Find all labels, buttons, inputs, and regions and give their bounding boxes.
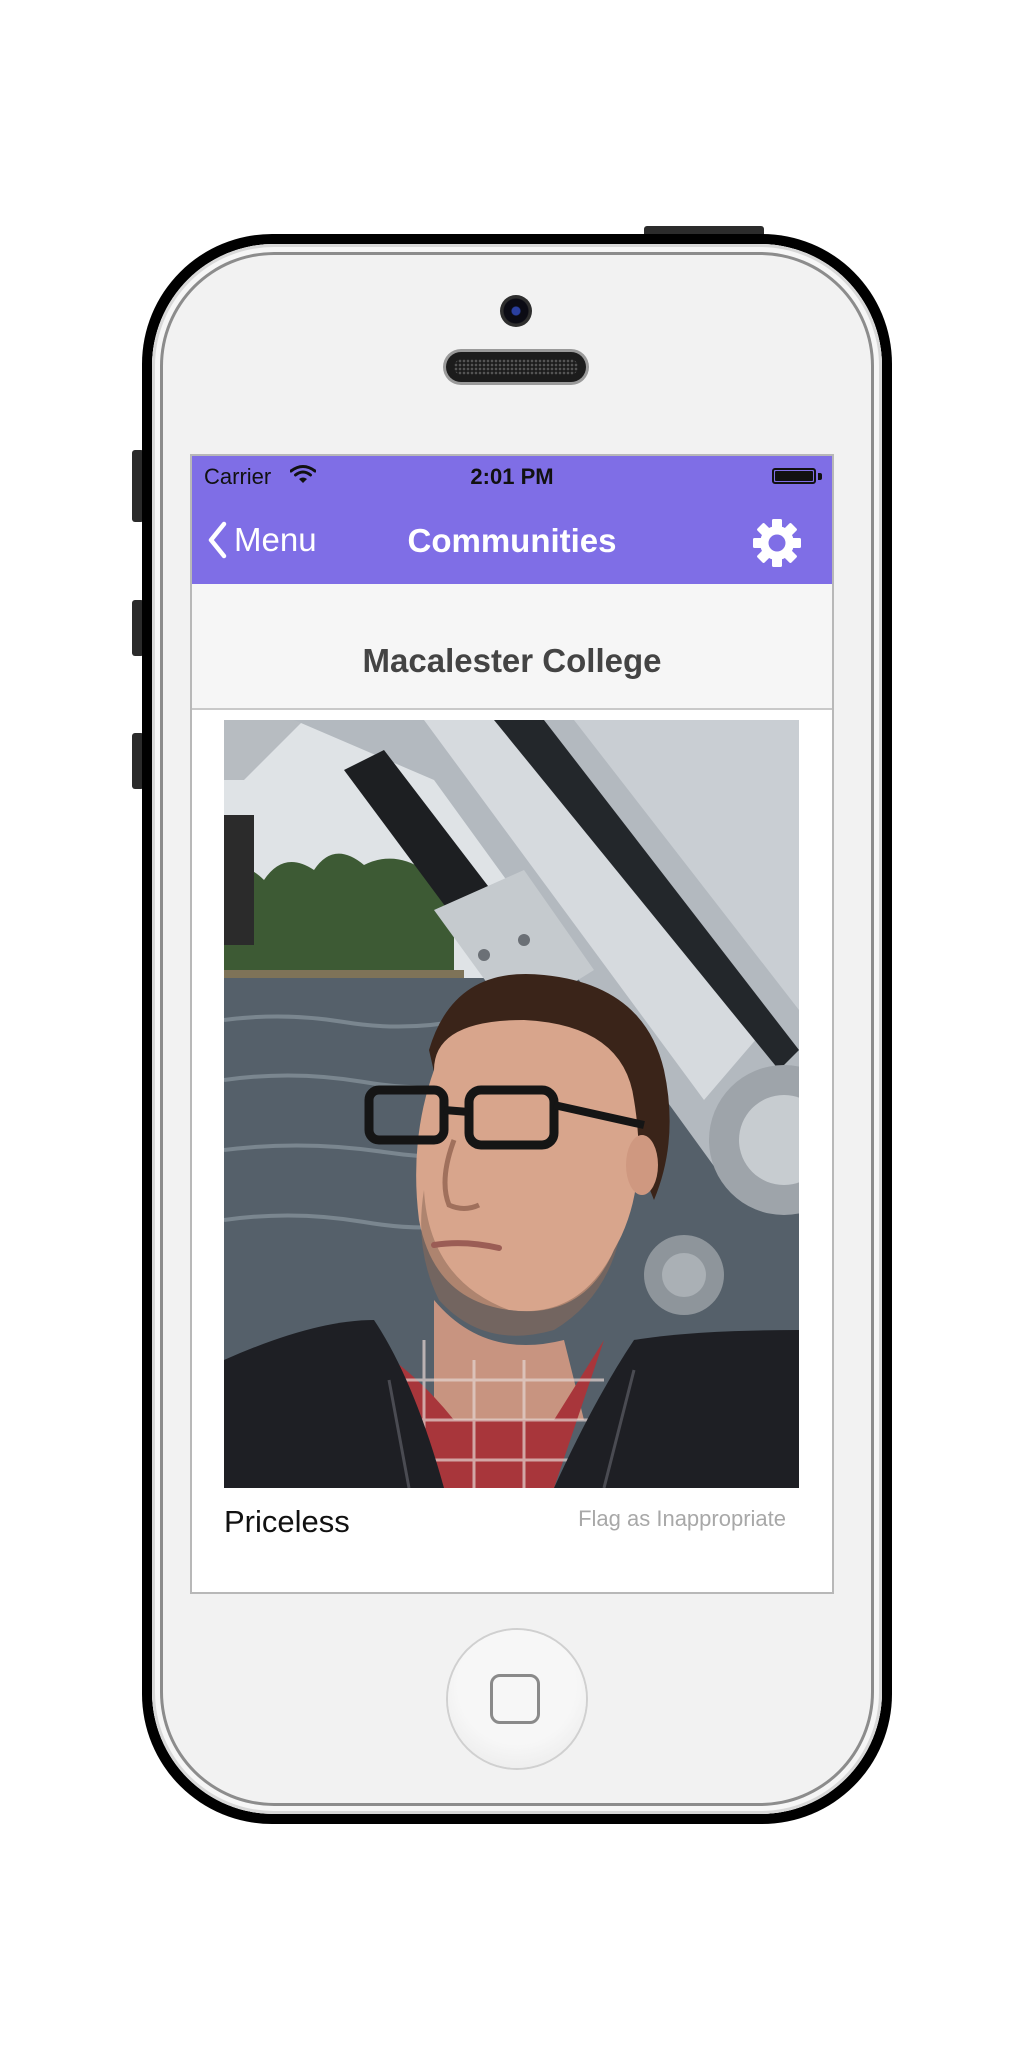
earpiece-speaker (446, 352, 586, 382)
navigation-bar: Menu Communities (192, 496, 832, 584)
community-header: Macalester College (192, 584, 832, 710)
home-button[interactable] (448, 1630, 586, 1768)
battery-icon (772, 468, 816, 484)
community-title: Macalester College (362, 642, 662, 679)
battery-level (775, 471, 813, 481)
flag-inappropriate-link[interactable]: Flag as Inappropriate (578, 1506, 786, 1532)
page-title: Communities (407, 522, 617, 559)
battery-tip (818, 473, 822, 480)
post-caption: Priceless (224, 1504, 350, 1539)
home-square-icon (490, 1674, 540, 1724)
speaker-grille (454, 359, 578, 375)
status-bar: Carrier 2:01 PM (192, 456, 832, 496)
front-camera (500, 295, 532, 327)
post-photo[interactable] (224, 720, 799, 1488)
post-card[interactable]: Priceless Flag as Inappropriate (192, 710, 832, 1592)
app-screen: Carrier 2:01 PM Menu Communities Macales… (190, 454, 834, 1594)
status-time: 2:01 PM (470, 464, 554, 489)
gear-icon[interactable] (752, 518, 802, 568)
